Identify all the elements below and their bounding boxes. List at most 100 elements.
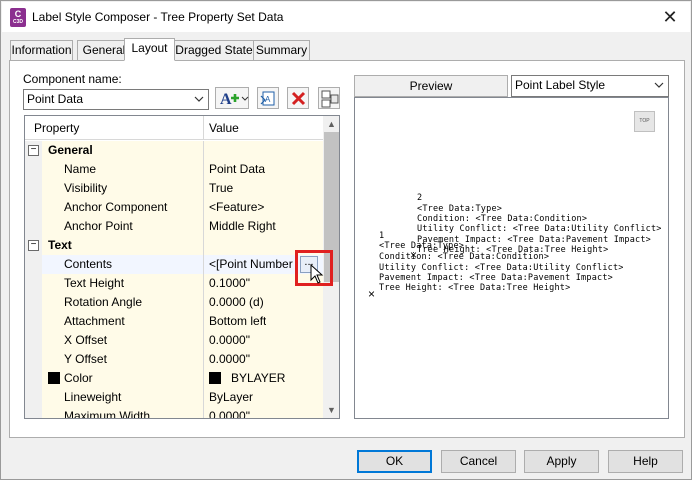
- property-value-cell[interactable]: BYLAYER: [204, 369, 323, 388]
- property-name: X Offset: [64, 333, 108, 347]
- tab-summary[interactable]: Summary: [253, 40, 310, 60]
- property-name-cell: Text: [42, 236, 203, 255]
- property-rows: − General Name Point Data Visibility True Anch…: [25, 141, 323, 419]
- point-marker-icon: ×: [410, 248, 418, 262]
- row-gutter: [25, 160, 42, 179]
- property-name: Text Height: [64, 276, 125, 290]
- preview-canvas[interactable]: TOP 2 <Tree Data:Type> Condition: <Tree …: [354, 97, 669, 419]
- tab-dragged-state[interactable]: Dragged State: [174, 40, 254, 60]
- preview-label-line: Pavement Impact: <Tree Data:Pavement Imp…: [379, 273, 613, 283]
- color-swatch: [209, 372, 221, 384]
- grid-property-row[interactable]: Lineweight ByLayer: [25, 388, 323, 407]
- svg-text:A: A: [265, 95, 271, 104]
- property-name-cell: General: [42, 141, 203, 160]
- mouse-cursor-icon: [310, 264, 324, 284]
- collapse-toggle-icon[interactable]: −: [28, 240, 39, 251]
- property-value-cell[interactable]: 0.0000": [204, 350, 323, 369]
- preview-label-line: 1: [379, 231, 385, 241]
- close-icon[interactable]: ✕: [660, 7, 680, 27]
- property-value: <Feature>: [209, 200, 265, 214]
- tab-layout[interactable]: Layout: [124, 38, 175, 61]
- copy-component-button[interactable]: A: [257, 87, 279, 109]
- ok-button[interactable]: OK: [357, 450, 432, 473]
- svg-text:A: A: [220, 91, 232, 108]
- grid-property-row[interactable]: Anchor Component <Feature>: [25, 198, 323, 217]
- grid-category-row[interactable]: − General: [25, 141, 323, 160]
- grid-property-row[interactable]: Visibility True: [25, 179, 323, 198]
- preview-button[interactable]: Preview: [354, 75, 508, 97]
- property-name-cell: Y Offset: [42, 350, 203, 369]
- dialog-window: C C3D Label Style Composer - Tree Proper…: [0, 0, 692, 480]
- preview-style-value: Point Label Style: [515, 78, 606, 92]
- property-name: Color: [64, 371, 93, 385]
- delete-component-button[interactable]: [287, 87, 309, 109]
- property-value: Bottom left: [209, 314, 267, 328]
- preview-label-line: Utility Conflict: <Tree Data:Utility Con…: [379, 263, 624, 273]
- grid-category-row[interactable]: − Text: [25, 236, 323, 255]
- property-value-cell[interactable]: Bottom left: [204, 312, 323, 331]
- row-gutter: [25, 198, 42, 217]
- row-gutter: [25, 217, 42, 236]
- property-name: Lineweight: [64, 390, 122, 404]
- chevron-down-icon: [194, 96, 204, 102]
- chevron-down-icon: [654, 82, 664, 88]
- tab-general[interactable]: General: [77, 40, 131, 60]
- component-name-value: Point Data: [27, 92, 84, 106]
- property-value-cell[interactable]: Middle Right: [204, 217, 323, 236]
- property-value: BYLAYER: [209, 371, 285, 385]
- grid-property-row[interactable]: Name Point Data: [25, 160, 323, 179]
- grid-property-row[interactable]: Y Offset 0.0000": [25, 350, 323, 369]
- tab-information[interactable]: Information: [10, 40, 73, 60]
- row-gutter: [25, 331, 42, 350]
- scroll-up-icon[interactable]: ▲: [323, 116, 339, 132]
- add-component-button[interactable]: A: [215, 87, 249, 109]
- grid-property-row[interactable]: Anchor Point Middle Right: [25, 217, 323, 236]
- property-name-cell: Anchor Component: [42, 198, 203, 217]
- property-value-cell[interactable]: Point Data: [204, 160, 323, 179]
- top-view-icon[interactable]: TOP: [634, 111, 655, 132]
- property-value-cell[interactable]: 0.0000 (d): [204, 293, 323, 312]
- scroll-down-icon[interactable]: ▼: [323, 402, 339, 418]
- property-name: Name: [64, 162, 97, 176]
- grid-property-row[interactable]: Color BYLAYER: [25, 369, 323, 388]
- preview-style-dropdown[interactable]: Point Label Style: [511, 75, 669, 97]
- row-gutter: [25, 407, 42, 418]
- cancel-button[interactable]: Cancel: [441, 450, 516, 473]
- property-value: 0.0000": [209, 333, 250, 347]
- component-name-dropdown[interactable]: Point Data: [23, 89, 209, 110]
- property-name-cell: Lineweight: [42, 388, 203, 407]
- property-value-cell[interactable]: <Feature>: [204, 198, 323, 217]
- component-draw-order-button[interactable]: [318, 87, 340, 109]
- property-value-cell[interactable]: ByLayer: [204, 388, 323, 407]
- row-gutter: −: [25, 236, 42, 255]
- grid-property-row[interactable]: Attachment Bottom left: [25, 312, 323, 331]
- row-gutter: [25, 179, 42, 198]
- property-name-cell: Visibility: [42, 179, 203, 198]
- property-grid: Property Value − General Name Point Data Vis…: [24, 115, 340, 419]
- delete-x-icon: [291, 91, 306, 106]
- apply-button[interactable]: Apply: [524, 450, 599, 473]
- property-value-cell[interactable]: 0.0000": [204, 407, 323, 419]
- property-value-cell[interactable]: True: [204, 179, 323, 198]
- property-value-cell: [204, 141, 323, 160]
- grid-property-row[interactable]: X Offset 0.0000": [25, 331, 323, 350]
- property-name-cell: Color: [42, 369, 203, 388]
- collapse-toggle-icon[interactable]: −: [28, 145, 39, 156]
- property-value: 0.0000": [209, 409, 250, 419]
- property-value-cell[interactable]: 0.0000": [204, 331, 323, 350]
- add-component-icon: A: [220, 91, 249, 108]
- property-value: ByLayer: [209, 390, 254, 404]
- property-value: Point Data: [209, 162, 266, 176]
- property-value: Middle Right: [209, 219, 276, 233]
- value-column-header: Value: [209, 121, 239, 135]
- grid-property-row[interactable]: Text Height 0.1000": [25, 274, 323, 293]
- property-name: Y Offset: [64, 352, 107, 366]
- help-button[interactable]: Help: [608, 450, 683, 473]
- preview-label-line: Tree Height: <Tree Data:Tree Height>: [379, 283, 571, 293]
- grid-property-row[interactable]: Rotation Angle 0.0000 (d): [25, 293, 323, 312]
- grid-property-row[interactable]: Maximum Width 0.0000": [25, 407, 323, 419]
- row-gutter: [25, 274, 42, 293]
- property-name-cell: Name: [42, 160, 203, 179]
- grid-property-row[interactable]: Contents <[Point Number: [25, 255, 323, 274]
- property-name-cell: Contents: [42, 255, 203, 274]
